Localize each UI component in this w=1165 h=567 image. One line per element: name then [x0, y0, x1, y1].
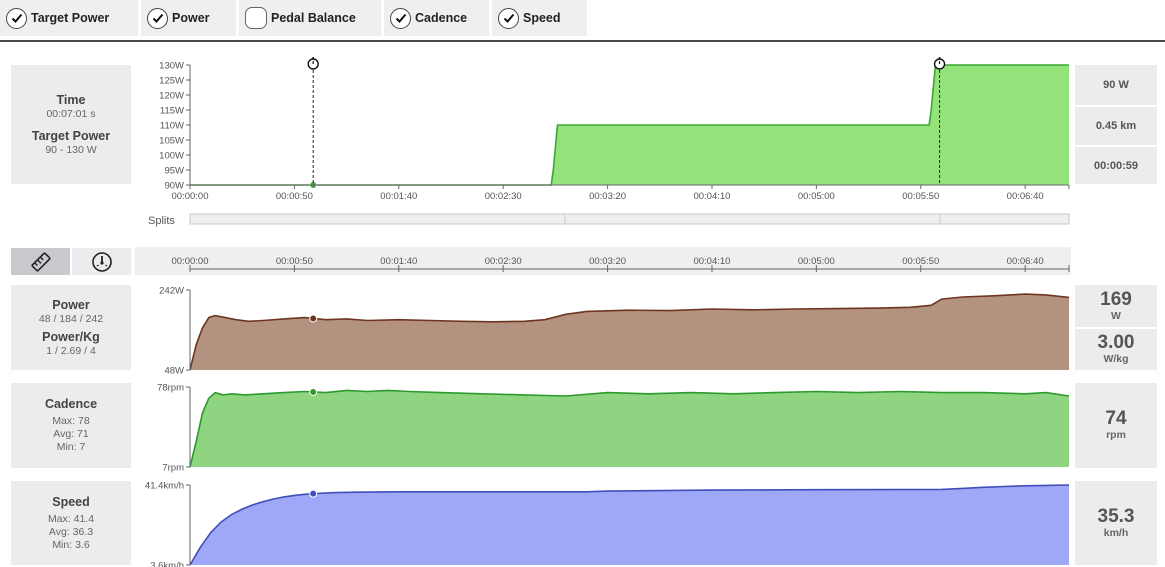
target-power-y-tick-label: 95W — [164, 166, 184, 177]
cadence-y-tick-label: 78rpm — [157, 383, 184, 394]
time-strip-axis-tick-label: 00:03:20 — [589, 256, 626, 267]
target-power-y-tick-label: 125W — [159, 76, 184, 87]
time-strip-axis-tick-label: 00:01:40 — [380, 256, 417, 267]
speed-current-dot — [309, 489, 318, 498]
target-power-y-tick-label: 90W — [164, 181, 184, 192]
target-power-x-axis-tick-label: 00:02:30 — [485, 191, 522, 202]
time-strip-axis-tick-label: 00:02:30 — [485, 256, 522, 267]
power-current-dot — [309, 314, 318, 323]
target-power-x-axis-tick-label: 00:05:00 — [798, 191, 835, 202]
time-strip-axis-tick-label: 00:06:40 — [1007, 256, 1044, 267]
splits-label: Splits — [148, 215, 175, 227]
target-power-y-tick-label: 100W — [159, 151, 184, 162]
target-power-y-tick-label: 105W — [159, 136, 184, 147]
cadence-current-dot — [309, 387, 318, 396]
target-power-x-axis-tick-label: 00:04:10 — [693, 191, 730, 202]
target-power-y-tick-label: 130W — [159, 61, 184, 72]
power-area — [190, 294, 1069, 370]
time-strip-axis-tick-label: 00:05:50 — [902, 256, 939, 267]
cadence-area — [190, 390, 1069, 467]
speed-y-tick-label: 41.4km/h — [145, 481, 184, 492]
target-power-x-axis-tick-label: 00:03:20 — [589, 191, 626, 202]
splits-track — [189, 213, 1070, 225]
target-power-y-tick-label: 120W — [159, 91, 184, 102]
target-power-x-axis-tick-label: 00:00:00 — [172, 191, 209, 202]
target-power-x-axis: 00:00:00 00:00:50 00:01:40 00:02:30 00:03:20… — [172, 184, 1070, 202]
time-strip-axis: 00:00:00 00:00:50 00:01:40 00:02:30 00:03:20… — [172, 256, 1070, 272]
target-power-x-axis-tick-label: 00:06:40 — [1007, 191, 1044, 202]
target-power-y-tick-label: 115W — [160, 106, 184, 117]
target-power-x-axis-tick-label: 00:05:50 — [902, 191, 939, 202]
target-power-y-tick-label: 110W — [160, 121, 184, 132]
speed-area — [190, 485, 1069, 565]
cadence-y-tick-label: 7rpm — [162, 463, 184, 474]
time-strip-axis-tick-label: 00:00:50 — [276, 256, 313, 267]
splits-bar: Splits — [148, 213, 1070, 227]
target-power-chart: 90W 95W 100W 105W 110W 115W 120W 125W 130W — [159, 57, 1069, 192]
cadence-chart: 7rpm 78rpm — [157, 383, 1070, 474]
speed-y-tick-label: 3.6km/h — [150, 561, 184, 567]
target-power-x-axis-tick-label: 00:01:40 — [380, 191, 417, 202]
power-y-tick-label: 242W — [159, 286, 184, 297]
charts-canvas: Splits 90W 95W 100W 105W 110W 115W 120W 125W 130… — [145, 57, 1070, 567]
speed-chart: 3.6km/h 41.4km/h — [145, 481, 1070, 567]
target-power-x-axis-tick-label: 00:00:50 — [276, 191, 313, 202]
time-strip-axis-tick-label: 00:00:00 — [172, 256, 209, 267]
time-strip-axis-tick-label: 00:04:10 — [693, 256, 730, 267]
power-chart: 48W 242W — [159, 286, 1070, 377]
time-strip-axis-tick-label: 00:05:00 — [798, 256, 835, 267]
power-y-tick-label: 48W — [164, 366, 184, 377]
